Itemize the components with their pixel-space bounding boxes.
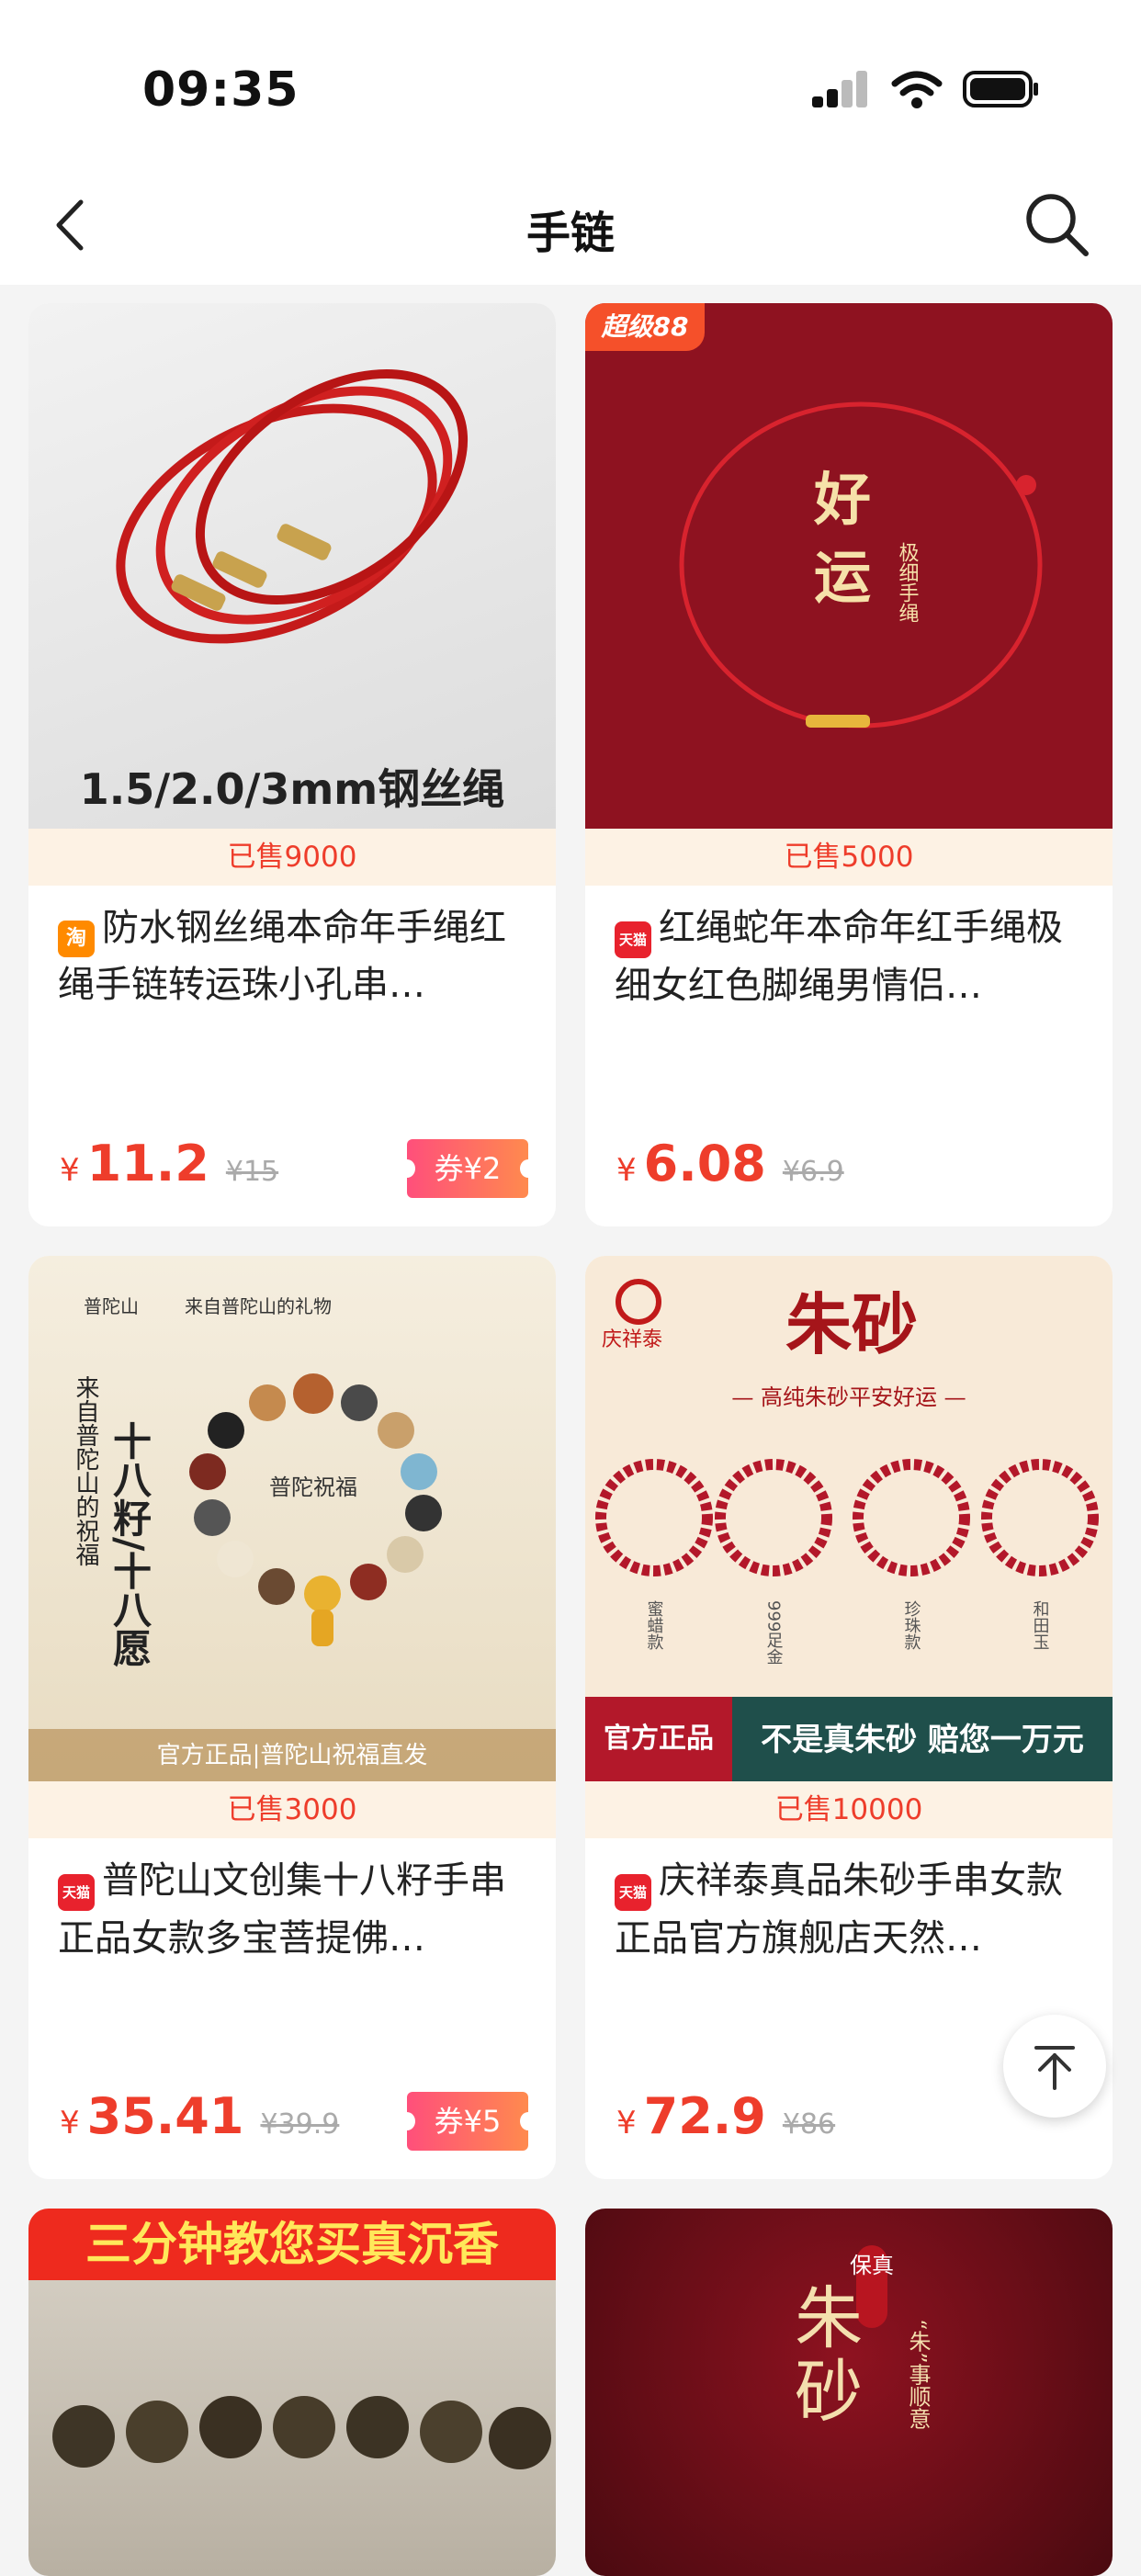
image-text-18-seeds: 十八籽/十八愿: [107, 1421, 153, 1667]
coupon-badge[interactable]: 券¥5: [399, 2092, 537, 2151]
product-image[interactable]: 庆祥泰 朱砂 — 高纯朱砂平安好运 — 蜜蜡款 999足金 珍珠款 和田玉 官方…: [585, 1256, 1113, 1781]
scroll-to-top-button[interactable]: [1003, 2015, 1106, 2118]
product-card[interactable]: 保真 朱 砂 “朱”事顺意: [585, 2209, 1113, 2576]
price-row: ¥ 72.9 ¥86: [616, 2087, 835, 2152]
product-image[interactable]: 三分钟教您买真沉香: [28, 2209, 556, 2576]
sold-count: 已售5000: [585, 829, 1113, 886]
taobao-badge-icon: 淘: [58, 921, 95, 957]
product-title[interactable]: 天猫 普陀山文创集十八籽手串正品女款多宝菩提佛…: [58, 1853, 531, 1966]
tmall-badge-icon: 天猫: [58, 1874, 95, 1911]
image-text-style-2: 999足金: [764, 1600, 784, 1665]
sold-count: 已售9000: [28, 829, 556, 886]
bracelet-illustration: 好 运 极细手绳: [679, 401, 1043, 729]
page-title: 手链: [525, 208, 615, 259]
bead-ring: 普陀祝福: [189, 1373, 442, 1646]
price: 6.08: [643, 1135, 766, 1192]
brand-logo-icon: [616, 1279, 661, 1325]
image-text-gift: 来自普陀山的礼物: [185, 1295, 332, 1317]
status-time: 09:35: [142, 62, 299, 118]
image-text-putuo-blessing: 普陀祝福: [269, 1474, 357, 1500]
image-text-sha: 砂: [795, 2353, 863, 2432]
image-text-brand: 庆祥泰: [602, 1328, 662, 1351]
status-icons: [810, 69, 1040, 109]
product-image[interactable]: 好 运 极细手绳 超级88: [585, 303, 1113, 829]
image-text-cinnabar: 朱砂: [785, 1285, 918, 1363]
original-price: ¥86: [782, 2108, 836, 2141]
image-banner: 三分钟教您买真沉香: [28, 2209, 556, 2280]
currency-symbol: ¥: [616, 2105, 637, 2141]
currency-symbol: ¥: [60, 1152, 80, 1189]
product-card[interactable]: 1.5/2.0/3mm钢丝绳 已售9000 淘防水钢丝绳本命年手绳红绳手链转运珠…: [28, 303, 556, 1226]
original-price: ¥15: [225, 1156, 279, 1188]
product-image[interactable]: 保真 朱 砂 “朱”事顺意: [585, 2209, 1113, 2576]
wifi-icon: [891, 71, 943, 108]
bracelet-illustration: [52, 2396, 551, 2469]
product-image[interactable]: 1.5/2.0/3mm钢丝绳: [28, 303, 556, 829]
price-row: ¥ 11.2 ¥15: [60, 1135, 278, 1199]
product-card[interactable]: 普陀山 来自普陀山的礼物 来自普陀山的祝福 十八籽/十八愿 普陀祝福 官方正品|…: [28, 1256, 556, 2179]
search-icon[interactable]: [1020, 187, 1093, 261]
product-card[interactable]: 三分钟教您买真沉香: [28, 2209, 556, 2576]
image-text-thin-rope: 极细手绳: [896, 542, 920, 623]
arrow-up-icon: [1034, 2046, 1075, 2090]
status-bar: 09:35: [0, 0, 1141, 165]
image-text-good: 好: [813, 466, 871, 533]
sold-count: 已售10000: [585, 1781, 1113, 1838]
image-text-official: 官方正品|普陀山祝福直发: [157, 1742, 428, 1769]
battery-icon: [963, 71, 1038, 107]
image-text-blessing: 来自普陀山的祝福: [72, 1375, 99, 1566]
bracelet-illustration: 保真 朱 砂 “朱”事顺意: [795, 2245, 931, 2432]
currency-symbol: ¥: [616, 1152, 637, 1189]
nav-bar: 手链: [0, 165, 1141, 285]
price-row: ¥ 6.08 ¥6.9: [616, 1135, 844, 1199]
tmall-badge-icon: 天猫: [615, 921, 651, 958]
image-text-zhu: 朱: [795, 2279, 863, 2358]
bracelet-illustration: 庆祥泰 朱砂 — 高纯朱砂平安好运 — 蜜蜡款 999足金 珍珠款 和田玉 官方…: [585, 1279, 1113, 1781]
product-title[interactable]: 天猫 庆祥泰真品朱砂手串女款正品官方旗舰店天然…: [615, 1853, 1088, 1966]
bracelet-illustration: 1.5/2.0/3mm钢丝绳: [80, 368, 504, 814]
image-text-official: 官方正品: [604, 1723, 714, 1755]
product-title[interactable]: 淘防水钢丝绳本命年手绳红绳手链转运珠小孔串…: [58, 900, 531, 1012]
image-text-style-4: 和田玉: [1031, 1600, 1050, 1650]
product-card[interactable]: 好 运 极细手绳 超级88 已售5000 天猫 红绳蛇年本命年红手绳极细女红色脚绳…: [585, 303, 1113, 1226]
image-text-authentic: 保真: [850, 2253, 894, 2278]
product-title-text: 庆祥泰真品朱砂手串女款正品官方旗舰店天然…: [615, 1859, 1063, 1960]
tmall-badge-icon: 天猫: [615, 1874, 651, 1911]
super-88-badge: 超级88: [585, 303, 705, 351]
image-caption: 1.5/2.0/3mm钢丝绳: [80, 764, 504, 814]
image-text-guarantee: 不是真朱砂 赔您一万元: [761, 1722, 1084, 1758]
bracelet-illustration: 普陀山 来自普陀山的礼物 来自普陀山的祝福 十八籽/十八愿 普陀祝福 官方正品|…: [28, 1295, 556, 1781]
image-text-luck: 运: [814, 544, 871, 611]
price-row: ¥ 35.41 ¥39.9: [60, 2087, 339, 2152]
price: 11.2: [86, 1135, 209, 1192]
product-title-text: 红绳蛇年本命年红手绳极细女红色脚绳男情侣…: [615, 907, 1063, 1007]
cellular-signal-icon: [812, 71, 867, 107]
image-text-style-3: 珍珠款: [902, 1600, 921, 1651]
currency-symbol: ¥: [60, 2105, 80, 2141]
image-text-brand: 普陀山: [84, 1295, 139, 1317]
image-text-wish: “朱”事顺意: [905, 2319, 931, 2430]
original-price: ¥39.9: [260, 2108, 340, 2141]
product-title-text: 普陀山文创集十八籽手串正品女款多宝菩提佛…: [58, 1859, 506, 1960]
sold-count: 已售3000: [28, 1781, 556, 1838]
image-text-slogan: — 高纯朱砂平安好运 —: [731, 1384, 966, 1410]
price: 35.41: [86, 2087, 244, 2145]
price: 72.9: [643, 2087, 766, 2145]
original-price: ¥6.9: [782, 1156, 844, 1188]
coupon-badge[interactable]: 券¥2: [399, 1139, 537, 1198]
product-title-text: 防水钢丝绳本命年手绳红绳手链转运珠小孔串…: [58, 907, 506, 1006]
image-text-style-1: 蜜蜡款: [645, 1600, 664, 1651]
product-image[interactable]: 普陀山 来自普陀山的礼物 来自普陀山的祝福 十八籽/十八愿 普陀祝福 官方正品|…: [28, 1256, 556, 1781]
product-title[interactable]: 天猫 红绳蛇年本命年红手绳极细女红色脚绳男情侣…: [615, 900, 1088, 1013]
